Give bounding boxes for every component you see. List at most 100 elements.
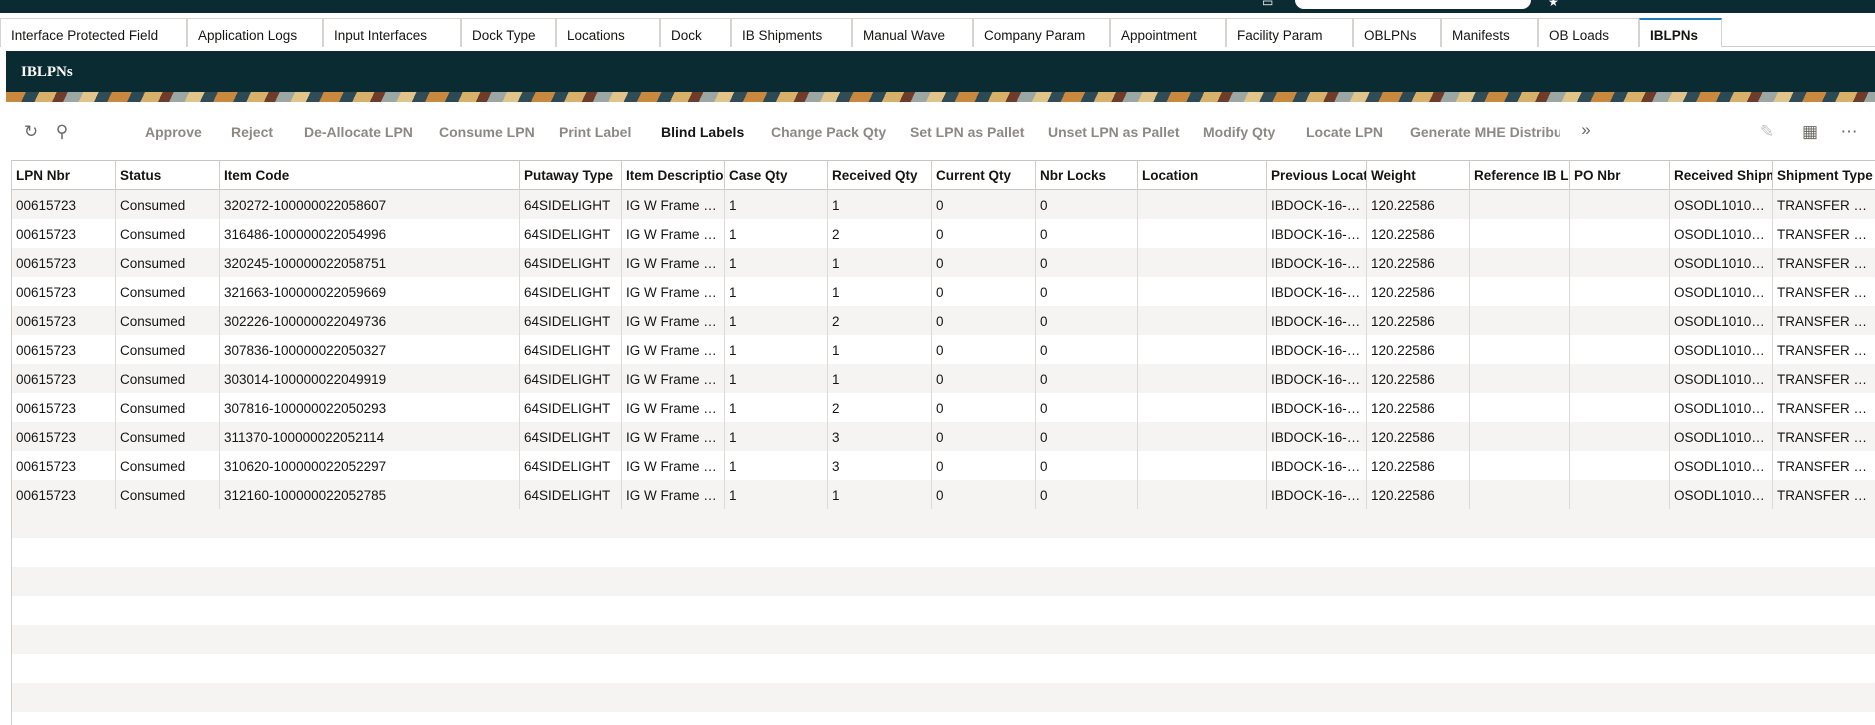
table-row[interactable]: 00615723 Consumed 307836-100000022050327 64… [12,335,1875,364]
cell-item-description: IG W Frame F… [622,190,725,219]
cell-location [1138,451,1267,480]
cell-current-qty: 0 [932,335,1036,364]
column-header-received-qty[interactable]: Received Qty [828,161,932,190]
cell-case-qty: 1 [725,190,828,219]
table-row[interactable]: 00615723 Consumed 310620-100000022052297 64… [12,451,1875,480]
tab-interface-protected-field[interactable]: Interface Protected Field [0,18,187,47]
cell-case-qty: 1 [725,277,828,306]
column-header-shipment-type[interactable]: Shipment Type [1773,161,1875,190]
cell-lpn-nbr: 00615723 [12,364,116,393]
cell-received-qty: 2 [828,219,932,248]
cell-shipment-type: TRANSFER O… [1773,219,1875,248]
column-settings-icon[interactable]: ▦ [1799,122,1821,142]
cell-received-qty: 1 [828,335,932,364]
user-search-icon[interactable]: ⚲ [51,122,73,142]
cell-received-shipment: OSODL10100… [1670,480,1773,509]
tab-iblpns[interactable]: IBLPNs [1639,18,1722,47]
more-arrow-icon[interactable]: » [1575,120,1597,140]
tab-facility-param[interactable]: Facility Param [1226,18,1353,47]
blind-labels-button[interactable]: Blind Labels [661,124,744,140]
tab-company-param[interactable]: Company Param [973,18,1110,47]
overflow-menu-icon[interactable]: ⋯ [1838,122,1860,142]
column-header-nbr-locks[interactable]: Nbr Locks [1036,161,1138,190]
cell-status: Consumed [116,306,220,335]
column-header-putaway-type[interactable]: Putaway Type [520,161,622,190]
tab-oblpns[interactable]: OBLPNs [1353,18,1441,47]
table-row[interactable]: 00615723 Consumed 320272-100000022058607 64… [12,190,1875,219]
cell-received-qty: 1 [828,480,932,509]
cell-item-description: IG W Frame F… [622,364,725,393]
global-search-input[interactable] [1295,0,1531,9]
tab-locations[interactable]: Locations [556,18,660,47]
empty-row [12,625,1875,654]
tab-input-interfaces[interactable]: Input Interfaces [323,18,461,47]
reject-button: Reject [231,124,274,140]
cell-lpn-nbr: 00615723 [12,190,116,219]
cell-location [1138,277,1267,306]
column-header-current-qty[interactable]: Current Qty [932,161,1036,190]
cell-putaway-type: 64SIDELIGHT [520,219,622,248]
cell-received-shipment: OSODL10100… [1670,219,1773,248]
tab-appointment[interactable]: Appointment [1110,18,1226,47]
edit-icon: ✎ [1759,122,1775,141]
column-header-lpn-nbr[interactable]: LPN Nbr [12,161,116,190]
cell-weight: 120.22586 [1367,451,1470,480]
cell-weight: 120.22586 [1367,335,1470,364]
tab-ob-loads[interactable]: OB Loads [1538,18,1639,47]
column-header-location[interactable]: Location [1138,161,1267,190]
cell-item-code: 307836-100000022050327 [220,335,520,364]
cell-po-nbr [1570,364,1670,393]
tab-dock[interactable]: Dock [660,18,731,47]
change-pack-qty-button: Change Pack Qty [771,124,887,140]
cell-weight: 120.22586 [1367,190,1470,219]
column-header-po-nbr[interactable]: PO Nbr [1570,161,1670,190]
tab-application-logs[interactable]: Application Logs [187,18,323,47]
cell-location [1138,219,1267,248]
cell-nbr-locks: 0 [1036,248,1138,277]
cell-item-description: IG W Frame F… [622,335,725,364]
favorite-star-icon[interactable]: ★ [1548,0,1559,8]
cell-shipment-type: TRANSFER O… [1773,422,1875,451]
cell-weight: 120.22586 [1367,364,1470,393]
cell-lpn-nbr: 00615723 [12,422,116,451]
cell-po-nbr [1570,306,1670,335]
decorative-banner [6,92,1875,102]
cell-received-shipment: OSODL10100… [1670,190,1773,219]
cell-nbr-locks: 0 [1036,190,1138,219]
cell-received-shipment: OSODL10100… [1670,451,1773,480]
column-header-weight[interactable]: Weight [1367,161,1470,190]
column-header-status[interactable]: Status [116,161,220,190]
cell-nbr-locks: 0 [1036,219,1138,248]
cell-reference-ib-lpn [1470,190,1570,219]
table-row[interactable]: 00615723 Consumed 321663-100000022059669 64… [12,277,1875,306]
cell-po-nbr [1570,393,1670,422]
refresh-icon[interactable]: ↻ [20,122,42,142]
empty-row [12,596,1875,625]
cell-received-qty: 2 [828,393,932,422]
column-header-item-code[interactable]: Item Code [220,161,520,190]
cell-weight: 120.22586 [1367,219,1470,248]
column-header-previous-location[interactable]: Previous Location [1267,161,1367,190]
notification-icon[interactable]: ▭ [1262,0,1273,8]
table-row[interactable]: 00615723 Consumed 312160-100000022052785 64… [12,480,1875,509]
column-header-received-shipment[interactable]: Received Shipment [1670,161,1773,190]
tab-manual-wave[interactable]: Manual Wave [852,18,973,47]
table-row[interactable]: 00615723 Consumed 311370-100000022052114 64… [12,422,1875,451]
cell-current-qty: 0 [932,306,1036,335]
cell-item-code: 302226-100000022049736 [220,306,520,335]
column-header-case-qty[interactable]: Case Qty [725,161,828,190]
tab-dock-type[interactable]: Dock Type [461,18,556,47]
table-row[interactable]: 00615723 Consumed 320245-100000022058751 64… [12,248,1875,277]
cell-item-code: 303014-100000022049919 [220,364,520,393]
cell-item-description: IG W Frame F… [622,422,725,451]
table-row[interactable]: 00615723 Consumed 303014-100000022049919 64… [12,364,1875,393]
table-row[interactable]: 00615723 Consumed 302226-100000022049736 64… [12,306,1875,335]
cell-current-qty: 0 [932,219,1036,248]
table-row[interactable]: 00615723 Consumed 316486-100000022054996 64… [12,219,1875,248]
table-row[interactable]: 00615723 Consumed 307816-100000022050293 64… [12,393,1875,422]
cell-location [1138,335,1267,364]
column-header-reference-ib-lpn[interactable]: Reference IB LPN [1470,161,1570,190]
tab-ib-shipments[interactable]: IB Shipments [731,18,852,47]
column-header-item-description[interactable]: Item Description [622,161,725,190]
tab-manifests[interactable]: Manifests [1441,18,1538,47]
